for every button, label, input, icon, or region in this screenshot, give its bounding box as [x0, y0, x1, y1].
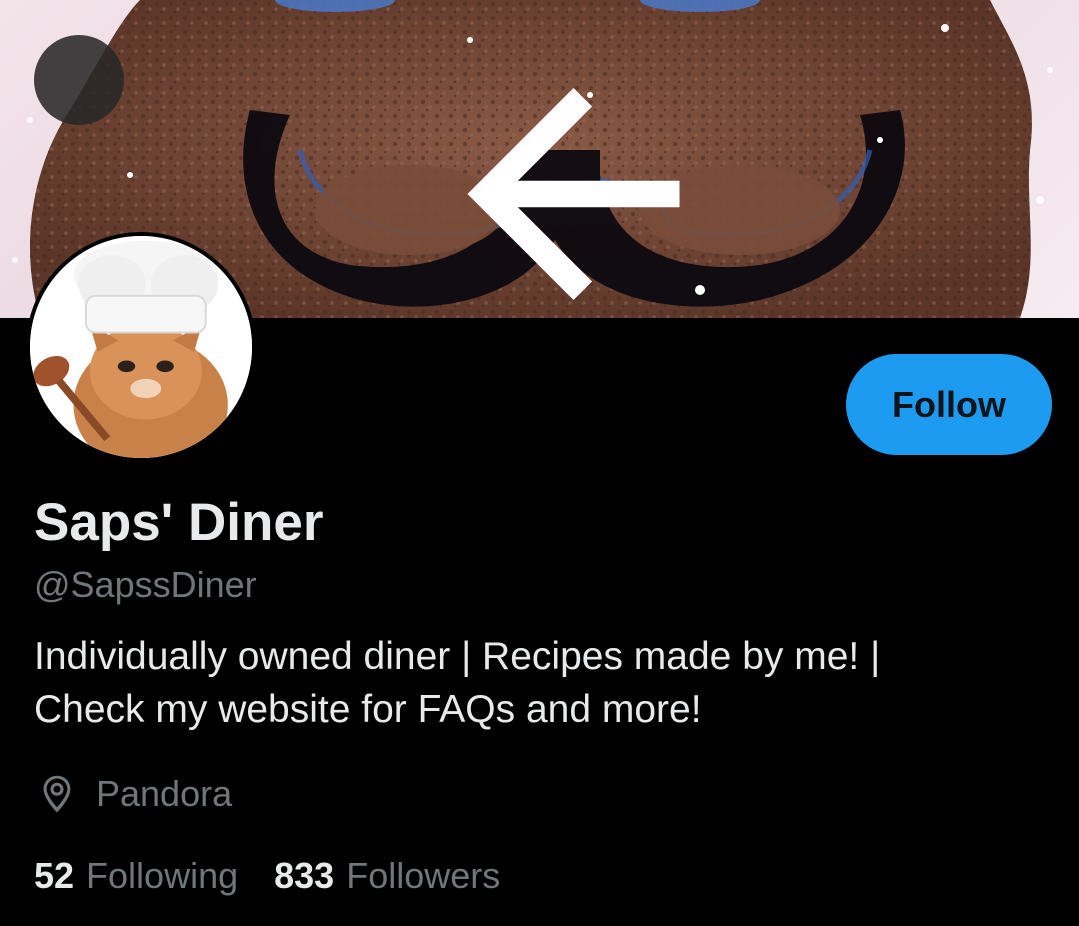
following-link[interactable]: 52 Following	[34, 855, 238, 897]
followers-count: 833	[274, 855, 335, 896]
location-text: Pandora	[96, 773, 233, 814]
profile-avatar[interactable]	[26, 232, 256, 462]
followers-link[interactable]: 833 Followers	[274, 855, 500, 897]
bio-line: Individually owned diner | Recipes made …	[34, 635, 881, 678]
followers-label: Followers	[346, 855, 501, 896]
profile-page: Follow Saps' Diner @SapssDiner Individua…	[0, 0, 1079, 926]
following-label: Following	[86, 855, 239, 896]
avatar-image	[30, 236, 252, 458]
profile-stats: 52 Following 833 Followers	[34, 850, 500, 902]
location-pin-icon	[34, 770, 82, 818]
bio-line: Check my website for FAQs and more!	[34, 688, 702, 731]
follow-button[interactable]: Follow	[846, 354, 1052, 455]
display-name: Saps' Diner	[34, 493, 324, 552]
user-handle: @SapssDiner	[34, 564, 257, 605]
profile-bio: Individually owned diner | Recipes made …	[34, 630, 1044, 736]
following-count: 52	[34, 855, 75, 896]
profile-location: Pandora	[34, 768, 232, 820]
back-button[interactable]	[34, 35, 680, 300]
